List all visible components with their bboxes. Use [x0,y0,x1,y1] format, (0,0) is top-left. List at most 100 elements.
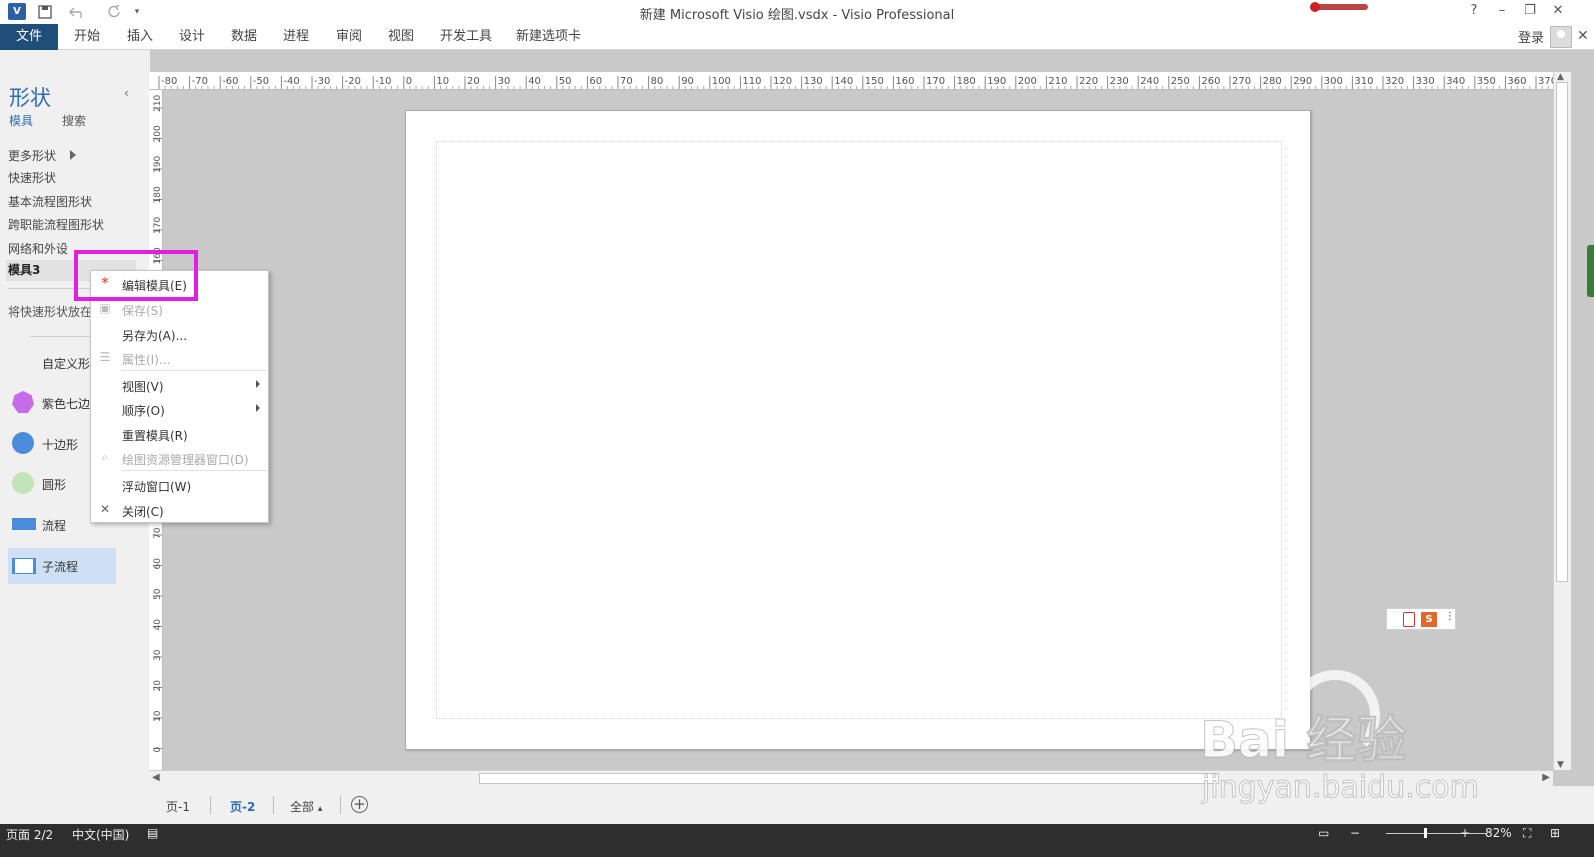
horizontal-scrollbar[interactable]: ◀ ▶ [149,770,1553,786]
ruler-label: 260 [1201,76,1220,87]
close-window-button[interactable]: ✕ [1548,3,1568,21]
ruler-label: 70 [153,527,163,539]
tab-insert[interactable]: 插入 [123,24,157,50]
ruler-label: 0 [406,76,412,87]
stencil-network[interactable]: 网络和外设 [8,240,68,257]
menu-close[interactable]: ✕ 关闭(C) [91,499,268,521]
tab-home[interactable]: 开始 [70,24,104,50]
tab-view[interactable]: 视图 [384,24,418,50]
stencil-cross-functional[interactable]: 跨职能流程图形状 [8,216,104,233]
tab-all-pages[interactable]: 全部 ▴ [290,798,322,815]
ruler-label: -50 [253,76,269,87]
menu-view[interactable]: 视图(V) [91,374,268,396]
ruler-label: 210 [153,95,163,112]
drawing-canvas[interactable]: S ⋮ [163,90,1553,770]
login-link[interactable]: 登录 [1518,27,1544,46]
ruler-label: 60 [153,558,163,570]
presentation-mode-icon[interactable]: ▭ [1318,826,1329,840]
tab-page-1[interactable]: 页-1 [166,798,190,815]
tab-stencils[interactable]: 模具 [9,112,33,129]
ruler-label: -40 [283,76,299,87]
tab-file[interactable]: 文件 [0,24,58,50]
more-shapes-arrow-icon[interactable] [70,150,76,160]
stencil-basic-flowchart[interactable]: 基本流程图形状 [8,193,92,210]
menu-order[interactable]: 顺序(O) [91,398,268,420]
switch-windows-icon[interactable]: ⊞ [1550,826,1560,840]
ruler-label: 20 [153,680,163,692]
stencil-quick-shapes[interactable]: 快速形状 [8,169,56,186]
ruler-label: 80 [651,76,664,87]
ruler-label: 330 [1416,76,1435,87]
drop-hint: 将快速形状放在 [8,305,93,319]
horizontal-ruler[interactable]: -80 -70 -60 -50 -40 -30 -20 -10 0 10 20 30 40 50 60 70 8… [149,72,1553,90]
clipboard-icon[interactable] [1403,612,1415,627]
tab-separator [273,796,274,814]
fit-page-icon[interactable]: ⛶ [1523,826,1531,841]
zoom-slider[interactable] [1386,833,1486,834]
page-tabs-bar: 页-1 页-2 全部 ▴ + [0,786,1594,824]
pane-title: 形状 [9,86,51,110]
menu-float-window[interactable]: 浮动窗口(W) [91,474,268,496]
zoom-slider-thumb[interactable] [1424,828,1427,838]
scroll-right-icon[interactable]: ▶ [1542,772,1550,783]
macro-record-icon[interactable]: ▤ [147,826,158,840]
side-tab-handle[interactable] [1587,245,1594,297]
ruler-label: 200 [1018,76,1037,87]
ruler-label: 170 [153,217,163,234]
page-indicator[interactable]: 页面 2/2 [6,826,53,843]
explorer-icon: ⌕ [101,450,109,464]
ruler-label: 30 [153,649,163,661]
collapse-pane-icon[interactable]: ‹ [124,86,129,100]
ruler-label: 30 [498,76,511,87]
scroll-left-icon[interactable]: ◀ [152,772,160,783]
ruler-label: 190 [153,156,163,173]
zoom-level[interactable]: 82% [1485,826,1512,840]
ruler-label: 280 [1263,76,1282,87]
menu-label: 关闭(C) [122,505,164,519]
ruler-label: -80 [161,76,177,87]
shape-label: 紫色七边 [42,397,91,411]
restore-button[interactable]: ❐ [1520,3,1540,21]
s-icon[interactable]: S [1421,612,1437,627]
vertical-scroll-thumb[interactable] [1556,82,1568,582]
ruler-label: -30 [314,76,330,87]
horizontal-scroll-thumb[interactable] [479,773,1219,784]
decoration-slider [1310,2,1368,12]
tab-new[interactable]: 新建选项卡 [512,24,585,50]
tab-design[interactable]: 设计 [175,24,209,50]
ruler-label: 100 [712,76,731,87]
add-page-button[interactable]: + [351,796,368,813]
ruler-label: 130 [804,76,823,87]
zoom-in-button[interactable]: + [1460,826,1470,840]
scroll-down-icon[interactable]: ▼ [1557,760,1564,770]
tab-review[interactable]: 审阅 [332,24,366,50]
tab-search[interactable]: 搜索 [62,112,86,129]
ruler-label: 160 [895,76,914,87]
tab-page-2[interactable]: 页-2 [230,798,255,815]
circle-icon [12,472,34,494]
vertical-scrollbar[interactable]: ▲ ▼ [1553,72,1571,770]
avatar[interactable] [1550,26,1572,48]
ruler-label: 90 [681,76,694,87]
language-indicator[interactable]: 中文(中国) [72,826,129,843]
tab-process[interactable]: 进程 [279,24,313,50]
drawing-page[interactable] [405,110,1311,750]
stencil-more-shapes[interactable]: 更多形状 [8,147,56,164]
menu-save[interactable]: ▣ 保存(S) [91,298,268,320]
floating-toolbar[interactable]: S ⋮ [1386,608,1456,630]
tab-developer[interactable]: 开发工具 [436,24,496,50]
menu-save-as[interactable]: 另存为(A)... [91,323,268,345]
zoom-out-button[interactable]: − [1350,826,1360,840]
menu-drawing-explorer[interactable]: ⌕ 绘图资源管理器窗口(D) [91,447,268,469]
menu-properties[interactable]: ☰ 属性(I)... [91,347,268,369]
ribbon-close-icon[interactable]: ✕ [1577,28,1589,44]
tab-separator [340,796,341,814]
shape-subprocess[interactable]: 子流程 [8,548,116,584]
toolbar-menu-icon[interactable]: ⋮ [1445,611,1455,622]
tab-data[interactable]: 数据 [227,24,261,50]
help-button[interactable]: ? [1464,3,1484,21]
ruler-label: 180 [957,76,976,87]
scroll-up-icon[interactable]: ▲ [1557,72,1564,82]
minimize-button[interactable]: – [1492,3,1512,21]
menu-reset-stencil[interactable]: 重置模具(R) [91,423,268,445]
